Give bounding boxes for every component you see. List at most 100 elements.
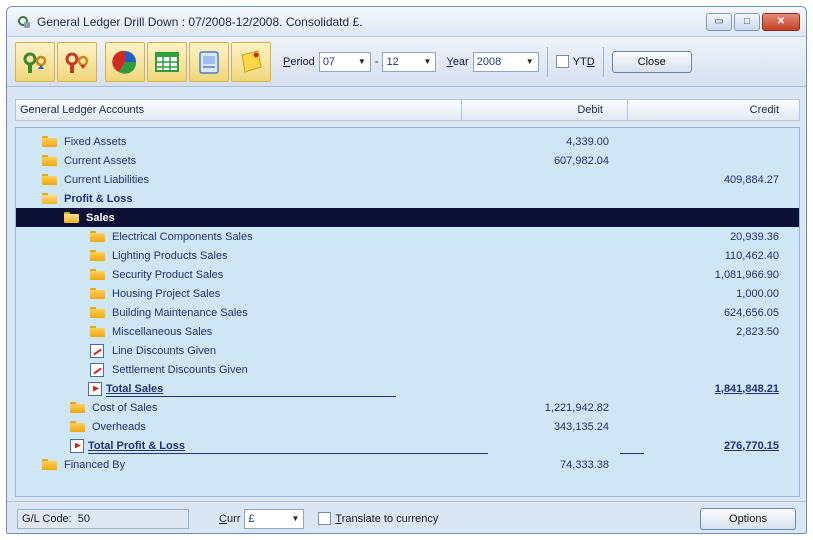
tree-row[interactable]: Current Assets 607,982.04 [16, 151, 799, 170]
curr-label: Curr [219, 512, 241, 525]
debit-value: 4,339.00 [566, 135, 609, 148]
account-name: Line Discounts Given [112, 344, 216, 357]
folder-icon [70, 421, 85, 432]
tree-row[interactable]: Profit & Loss [16, 189, 799, 208]
gl-code-value: 50 [77, 512, 90, 525]
chevron-down-icon: ▼ [357, 57, 366, 66]
period-to-select[interactable]: 12 ▼ [382, 51, 437, 72]
account-name: Current Assets [64, 154, 137, 167]
filter-down-icon [65, 52, 89, 73]
translate-checkbox[interactable] [318, 512, 332, 525]
spreadsheet-button[interactable] [147, 41, 187, 82]
ytd-checkbox[interactable] [555, 55, 569, 68]
open-folder-icon [64, 212, 79, 223]
column-header-credit[interactable]: Credit [628, 100, 799, 120]
account-name: Miscellaneous Sales [112, 325, 213, 338]
gl-drilldown-window: General Ledger Drill Down : 07/2008-12/2… [6, 6, 807, 534]
line-chart-icon [90, 362, 104, 377]
tree-row[interactable]: Building Maintenance Sales 624,656.05 [16, 303, 799, 322]
currency-value: £ [248, 512, 255, 525]
tree-row[interactable]: Housing Project Sales 1,000.00 [16, 284, 799, 303]
credit-value: 409,884.27 [723, 173, 779, 186]
filter-down-button[interactable] [57, 41, 97, 82]
folder-icon [90, 250, 105, 261]
credit-value: 1,081,966.90 [714, 268, 779, 281]
folder-icon [90, 231, 105, 242]
notes-button[interactable] [231, 41, 271, 82]
tree-row[interactable]: Fixed Assets 4,339.00 [16, 132, 799, 151]
year-select[interactable]: 2008 ▼ [472, 51, 539, 72]
credit-value: 1,841,848.21 [714, 382, 779, 395]
pie-chart-button[interactable] [105, 41, 145, 82]
gl-account-tree[interactable]: Fixed Assets 4,339.00 Current Assets 607… [15, 127, 800, 497]
close-window-button[interactable]: ✕ [762, 12, 800, 31]
tree-row[interactable]: Security Product Sales 1,081,966.90 [16, 265, 799, 284]
filter-up-button[interactable] [15, 41, 55, 82]
tree-row[interactable]: Lighting Products Sales 110,462.40 [16, 246, 799, 265]
tree-row-selected[interactable]: Sales [16, 208, 799, 227]
account-name: Total Sales [106, 382, 164, 395]
credit-value: 20,939.36 [730, 230, 779, 243]
tree-row[interactable]: Miscellaneous Sales 2,823.50 [16, 322, 799, 341]
app-icon [17, 15, 31, 29]
spreadsheet-icon [155, 51, 179, 72]
debit-value: 74,333.38 [560, 458, 609, 471]
title-bar[interactable]: General Ledger Drill Down : 07/2008-12/2… [7, 7, 806, 37]
total-underline [88, 453, 488, 454]
period-to-value: 12 [386, 55, 399, 68]
chevron-down-icon: ▼ [423, 57, 432, 66]
account-name: Profit & Loss [64, 192, 133, 205]
tree-row[interactable]: Line Discounts Given [16, 341, 799, 360]
maximize-icon: □ [743, 16, 751, 27]
account-name: Lighting Products Sales [112, 249, 228, 262]
toolbar-divider [602, 46, 604, 77]
year-label: Year [446, 55, 469, 68]
translate-label: Translate to currency [335, 512, 439, 525]
account-name: Housing Project Sales [112, 287, 221, 300]
tree-row[interactable]: Settlement Discounts Given [16, 360, 799, 379]
options-button[interactable]: Options [700, 507, 796, 530]
tree-row[interactable]: Overheads 343,135.24 [16, 417, 799, 436]
close-button[interactable]: Close [611, 50, 692, 73]
status-bar: G/L Code: 50 Curr £ ▼ Translate to curre… [7, 501, 806, 533]
window-controls: ▭ □ ✕ [706, 12, 800, 31]
currency-select[interactable]: £ ▼ [244, 508, 305, 529]
folder-icon [90, 288, 105, 299]
tree-row[interactable]: Cost of Sales 1,221,942.82 [16, 398, 799, 417]
open-folder-icon [42, 193, 57, 204]
toolbar: Period 07 ▼ - 12 ▼ Year 2008 ▼ YTD Close [7, 37, 806, 87]
toolbar-divider [546, 46, 548, 77]
minimize-button[interactable]: ▭ [706, 12, 732, 31]
folder-icon [42, 174, 57, 185]
window-title: General Ledger Drill Down : 07/2008-12/2… [37, 14, 363, 29]
debit-value: 1,221,942.82 [544, 401, 609, 414]
filter-up-icon [23, 52, 47, 73]
folder-icon [90, 326, 105, 337]
tree-row[interactable]: Electrical Components Sales 20,939.36 [16, 227, 799, 246]
folder-icon [42, 155, 57, 166]
account-name: Building Maintenance Sales [112, 306, 248, 319]
period-label: Period [283, 55, 315, 68]
year-value: 2008 [476, 55, 502, 68]
gl-code-field: G/L Code: 50 [17, 508, 189, 529]
total-underline [106, 396, 396, 397]
ytd-label: YTD [572, 55, 595, 68]
tree-row[interactable]: Current Liabilities 409,884.27 [16, 170, 799, 189]
period-from-select[interactable]: 07 ▼ [318, 51, 371, 72]
account-name: Settlement Discounts Given [112, 363, 248, 376]
notes-icon [241, 49, 262, 73]
tree-row[interactable]: Financed By 74,333.38 [16, 455, 799, 474]
folder-icon [70, 402, 85, 413]
gl-code-label: G/L Code: [22, 512, 72, 525]
report-button[interactable] [189, 41, 229, 82]
column-header-debit[interactable]: Debit [462, 100, 628, 120]
total-icon [88, 381, 102, 396]
folder-icon [42, 136, 57, 147]
folder-icon [90, 269, 105, 280]
credit-value: 110,462.40 [724, 249, 779, 262]
credit-value: 2,823.50 [736, 325, 779, 338]
total-icon [70, 438, 84, 453]
column-header-accounts[interactable]: General Ledger Accounts [16, 100, 462, 120]
minimize-icon: ▭ [714, 16, 724, 27]
maximize-button[interactable]: □ [734, 12, 760, 31]
